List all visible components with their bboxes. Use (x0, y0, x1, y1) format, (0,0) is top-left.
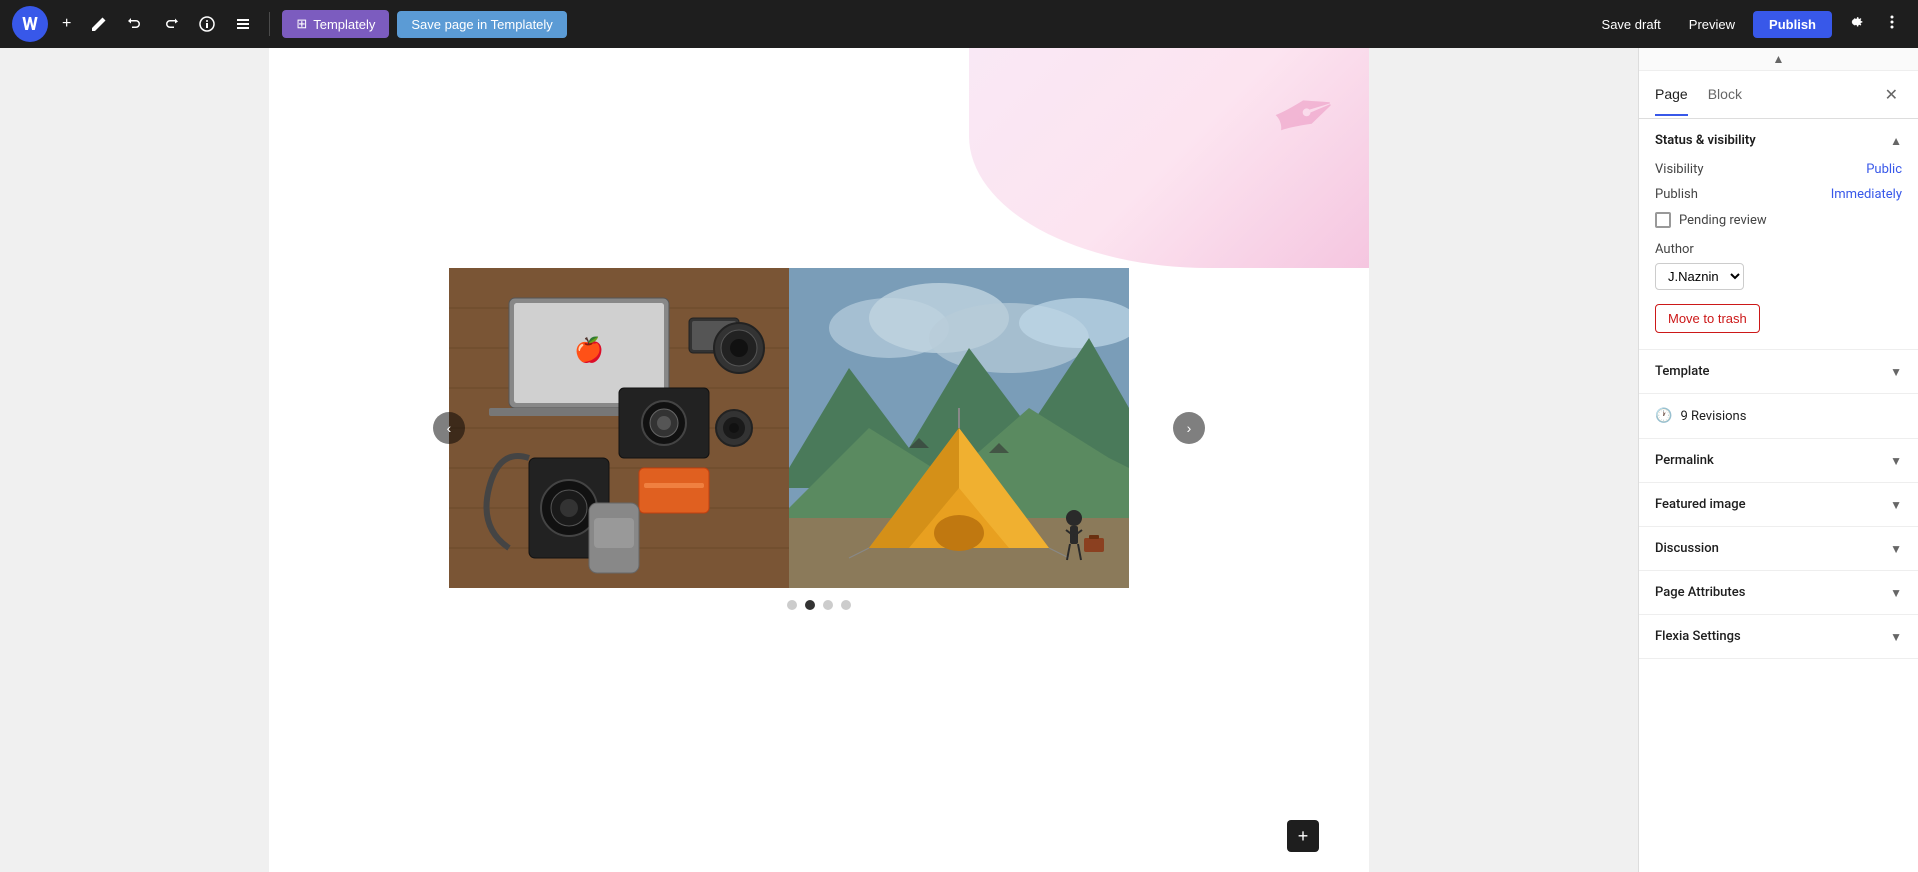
plus-icon: + (62, 15, 71, 33)
visibility-value[interactable]: Public (1866, 162, 1902, 177)
carousel-next-button[interactable]: › (1173, 412, 1205, 444)
chevron-up-icon: ▲ (1773, 52, 1785, 66)
publish-value[interactable]: Immediately (1831, 187, 1902, 202)
visibility-label: Visibility (1655, 162, 1704, 177)
pending-review-row: Pending review (1655, 212, 1902, 228)
publish-row: Publish Immediately (1655, 187, 1902, 202)
undo-icon (127, 16, 143, 32)
camera-gear-image: 🍎 (449, 268, 789, 588)
pending-review-label: Pending review (1679, 213, 1767, 228)
carousel-block: ‹ (289, 268, 1349, 610)
list-icon (235, 16, 251, 32)
add-block-bottom-button[interactable]: + (1287, 820, 1319, 852)
carousel-dot-2[interactable] (805, 600, 815, 610)
pending-review-checkbox[interactable] (1655, 212, 1671, 228)
chevron-up-toggle-icon: ▲ (1890, 134, 1902, 148)
revisions-label: 9 Revisions (1680, 409, 1746, 424)
info-icon (199, 16, 215, 32)
author-label: Author (1655, 242, 1902, 257)
settings-gear-icon (1846, 13, 1864, 31)
carousel-dot-1[interactable] (787, 600, 797, 610)
move-to-trash-button[interactable]: Move to trash (1655, 304, 1760, 333)
more-options-button[interactable] (1878, 8, 1906, 41)
page-attributes-title: Page Attributes (1655, 585, 1745, 600)
author-select[interactable]: J.Naznin (1655, 263, 1744, 290)
permalink-section: Permalink ▼ (1639, 439, 1918, 483)
sidebar: ▲ Page Block ✕ Status & visibility ▲ Vis… (1638, 48, 1918, 872)
visibility-row: Visibility Public (1655, 162, 1902, 177)
status-visibility-header[interactable]: Status & visibility ▲ (1639, 119, 1918, 162)
wp-logo[interactable]: W (12, 6, 48, 42)
chevron-down-permalink-icon: ▼ (1890, 454, 1902, 468)
carousel-container: ‹ (449, 268, 1189, 588)
carousel-image-2 (789, 268, 1129, 588)
save-in-templately-button[interactable]: Save page in Templately (397, 11, 566, 38)
sidebar-header: Page Block ✕ (1639, 71, 1918, 119)
save-draft-button[interactable]: Save draft (1592, 11, 1671, 38)
carousel-dot-4[interactable] (841, 600, 851, 610)
page-attributes-section: Page Attributes ▼ (1639, 571, 1918, 615)
publish-label: Publish (1655, 187, 1698, 202)
edit-tool-button[interactable] (85, 10, 113, 38)
templately-button[interactable]: ⊞ Templately (282, 10, 389, 38)
status-visibility-title: Status & visibility (1655, 133, 1756, 148)
carousel-image-1: 🍎 (449, 268, 789, 588)
plus-icon: + (1298, 826, 1309, 847)
list-view-button[interactable] (229, 10, 257, 38)
svg-text:🍎: 🍎 (574, 335, 604, 364)
preview-button[interactable]: Preview (1679, 11, 1745, 38)
featured-image-title: Featured image (1655, 497, 1746, 512)
carousel-dots (787, 600, 851, 610)
close-icon: ✕ (1885, 87, 1898, 104)
chevron-down-icon: ▼ (1890, 365, 1902, 379)
chevron-down-discussion-icon: ▼ (1890, 542, 1902, 556)
toolbar: W + ⊞ Templately Save page in Templately… (0, 0, 1918, 48)
featured-image-header[interactable]: Featured image ▼ (1639, 483, 1918, 526)
template-section: Template ▼ (1639, 350, 1918, 394)
chevron-down-featured-icon: ▼ (1890, 498, 1902, 512)
page-attributes-header[interactable]: Page Attributes ▼ (1639, 571, 1918, 614)
tab-block[interactable]: Block (1708, 74, 1742, 116)
permalink-title: Permalink (1655, 453, 1714, 468)
discussion-header[interactable]: Discussion ▼ (1639, 527, 1918, 570)
ellipsis-vertical-icon (1884, 14, 1900, 30)
toolbar-separator-1 (269, 12, 270, 36)
permalink-header[interactable]: Permalink ▼ (1639, 439, 1918, 482)
template-header[interactable]: Template ▼ (1639, 350, 1918, 393)
flexia-settings-header[interactable]: Flexia Settings ▼ (1639, 615, 1918, 658)
undo-button[interactable] (121, 10, 149, 38)
discussion-title: Discussion (1655, 541, 1719, 556)
flexia-settings-section: Flexia Settings ▼ (1639, 615, 1918, 659)
author-wrapper: Author J.Naznin (1655, 242, 1902, 290)
sidebar-close-button[interactable]: ✕ (1881, 81, 1902, 109)
editor-content: ✒ ‹ (269, 48, 1369, 872)
featured-image-section: Featured image ▼ (1639, 483, 1918, 527)
carousel-images: 🍎 (449, 268, 1129, 588)
templately-icon: ⊞ (296, 16, 307, 32)
discussion-section: Discussion ▼ (1639, 527, 1918, 571)
status-visibility-section: Status & visibility ▲ Visibility Public … (1639, 119, 1918, 350)
publish-button[interactable]: Publish (1753, 11, 1832, 38)
flexia-settings-title: Flexia Settings (1655, 629, 1741, 644)
main-layout: ✒ ‹ (0, 48, 1918, 872)
clock-icon: 🕐 (1655, 408, 1672, 424)
redo-button[interactable] (157, 10, 185, 38)
settings-button[interactable] (1840, 7, 1870, 42)
info-button[interactable] (193, 10, 221, 38)
carousel-prev-button[interactable]: ‹ (433, 412, 465, 444)
pencil-icon (91, 16, 107, 32)
tab-page[interactable]: Page (1655, 74, 1688, 116)
sidebar-scroll-up[interactable]: ▲ (1639, 48, 1918, 71)
tent-mountain-image (789, 268, 1129, 588)
revisions-section[interactable]: 🕐 9 Revisions (1639, 394, 1918, 439)
status-visibility-content: Visibility Public Publish Immediately Pe… (1639, 162, 1918, 349)
chevron-down-flexia-icon: ▼ (1890, 630, 1902, 644)
redo-icon (163, 16, 179, 32)
chevron-down-page-attr-icon: ▼ (1890, 586, 1902, 600)
add-block-toolbar-button[interactable]: + (56, 9, 77, 39)
editor-area: ✒ ‹ (0, 48, 1638, 872)
template-title: Template (1655, 364, 1710, 379)
carousel-dot-3[interactable] (823, 600, 833, 610)
